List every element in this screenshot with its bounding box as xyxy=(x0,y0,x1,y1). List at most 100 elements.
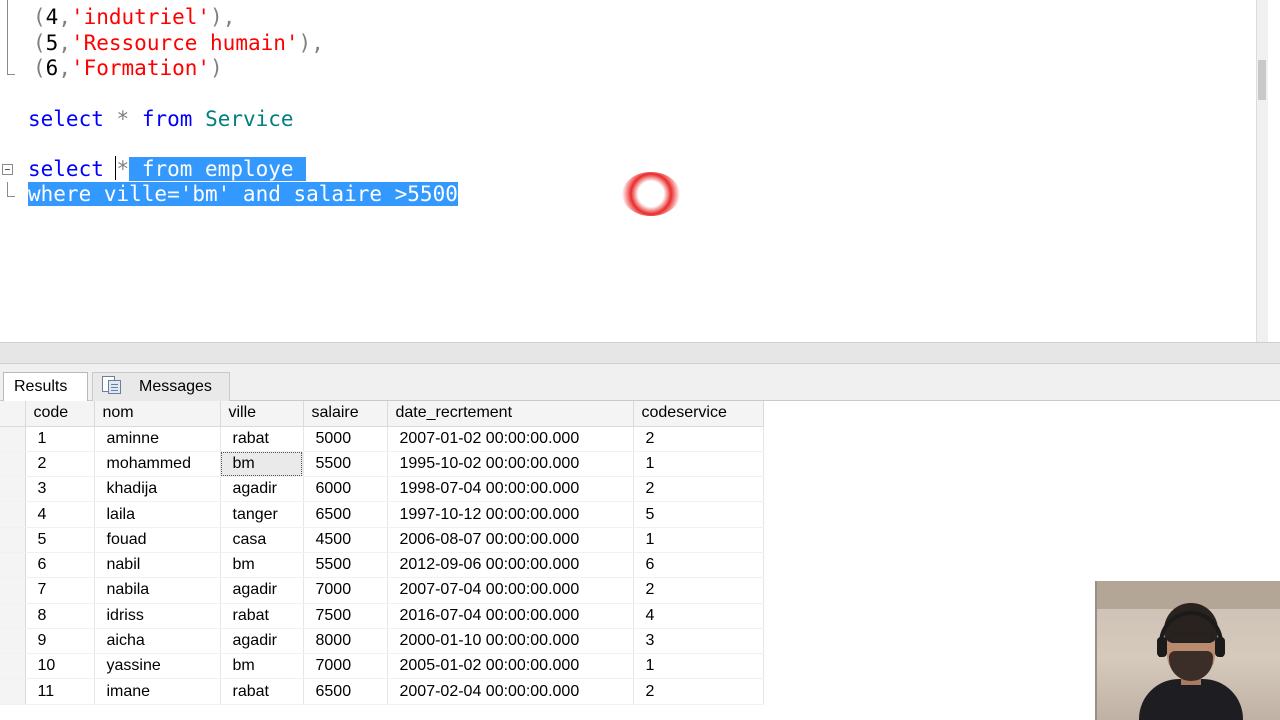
code-line[interactable]: (5,'Ressource humain'), xyxy=(33,30,324,56)
row-header[interactable] xyxy=(0,603,26,629)
grid-cell[interactable]: 4 xyxy=(25,501,95,528)
table-row[interactable]: 11 imane rabat 6500 2007-02-04 00:00:00.000 2 xyxy=(0,678,764,705)
grid-cell[interactable]: 2 xyxy=(633,577,764,604)
grid-cell[interactable]: agadir xyxy=(220,577,304,604)
grid-cell[interactable]: 7500 xyxy=(303,603,388,629)
grid-cell[interactable]: 8000 xyxy=(303,628,388,655)
grid-cell[interactable]: 6500 xyxy=(303,501,388,528)
tab-messages[interactable]: Messages xyxy=(92,372,230,401)
grid-cell[interactable]: bm xyxy=(220,552,304,579)
grid-cell[interactable]: 2012-09-06 00:00:00.000 xyxy=(387,552,634,579)
code-line[interactable]: where ville='bm' and salaire >5500 xyxy=(28,181,458,207)
grid-cell[interactable]: 4500 xyxy=(303,527,388,553)
table-row[interactable]: 2 mohammed bm 5500 1995-10-02 00:00:00.000 1 xyxy=(0,451,764,478)
grid-cell[interactable]: 10 xyxy=(25,653,95,680)
grid-cell[interactable]: 1995-10-02 00:00:00.000 xyxy=(387,451,634,478)
row-header[interactable] xyxy=(0,501,26,528)
grid-cell[interactable]: 1998-07-04 00:00:00.000 xyxy=(387,476,634,503)
results-grid[interactable]: code nom ville salaire date_recrtement c… xyxy=(0,401,764,705)
grid-cell[interactable]: 5 xyxy=(633,501,764,528)
table-row[interactable]: 1 aminne rabat 5000 2007-01-02 00:00:00.000 2 xyxy=(0,426,764,452)
grid-cell[interactable]: 2005-01-02 00:00:00.000 xyxy=(387,653,634,680)
grid-cell[interactable]: 2000-01-10 00:00:00.000 xyxy=(387,628,634,655)
grid-cell[interactable]: 8 xyxy=(25,603,95,629)
grid-cell[interactable]: bm xyxy=(220,653,304,680)
code-line[interactable]: (6,'Formation') xyxy=(33,55,223,81)
grid-cell[interactable]: yassine xyxy=(94,653,221,680)
grid-cell[interactable]: aicha xyxy=(94,628,221,655)
row-header[interactable] xyxy=(0,678,26,705)
grid-cell[interactable]: 6500 xyxy=(303,678,388,705)
grid-cell[interactable]: 5 xyxy=(25,527,95,553)
grid-cell[interactable]: fouad xyxy=(94,527,221,553)
table-row[interactable]: 10 yassine bm 7000 2005-01-02 00:00:00.000 1 xyxy=(0,653,764,680)
grid-cell[interactable]: idriss xyxy=(94,603,221,629)
grid-cell[interactable]: 1997-10-12 00:00:00.000 xyxy=(387,501,634,528)
grid-cell[interactable]: aminne xyxy=(94,426,221,452)
grid-cell[interactable]: 6000 xyxy=(303,476,388,503)
table-row[interactable]: 5 fouad casa 4500 2006-08-07 00:00:00.000 1 xyxy=(0,527,764,553)
column-header[interactable]: codeservice xyxy=(633,401,764,427)
grid-cell[interactable]: 11 xyxy=(25,678,95,705)
grid-cell[interactable]: agadir xyxy=(220,476,304,503)
grid-cell[interactable]: 6 xyxy=(633,552,764,579)
row-header[interactable] xyxy=(0,577,26,604)
grid-cell[interactable]: bm xyxy=(220,451,304,478)
code-line[interactable]: select * from employe xyxy=(28,156,307,182)
code-line[interactable]: select * from Service xyxy=(28,106,294,132)
row-header[interactable] xyxy=(0,426,26,452)
grid-cell[interactable]: 1 xyxy=(633,527,764,553)
code-line[interactable]: (4,'indutriel'), xyxy=(33,4,235,30)
grid-cell[interactable]: 2007-01-02 00:00:00.000 xyxy=(387,426,634,452)
editor-vertical-scrollbar[interactable] xyxy=(1256,0,1268,342)
grid-cell[interactable]: 2 xyxy=(25,451,95,478)
row-header[interactable] xyxy=(0,527,26,553)
grid-cell[interactable]: 1 xyxy=(633,653,764,680)
grid-cell[interactable]: khadija xyxy=(94,476,221,503)
grid-cell[interactable]: rabat xyxy=(220,678,304,705)
grid-cell[interactable]: 7000 xyxy=(303,653,388,680)
table-row[interactable]: 9 aicha agadir 8000 2000-01-10 00:00:00.000 3 xyxy=(0,628,764,655)
table-row[interactable]: 8 idriss rabat 7500 2016-07-04 00:00:00.000 4 xyxy=(0,603,764,629)
column-header[interactable]: code xyxy=(25,401,95,427)
grid-cell[interactable]: 6 xyxy=(25,552,95,579)
row-header[interactable] xyxy=(0,451,26,478)
grid-cell[interactable]: 5000 xyxy=(303,426,388,452)
grid-cell[interactable]: 9 xyxy=(25,628,95,655)
grid-cell[interactable]: 1 xyxy=(633,451,764,478)
grid-cell[interactable]: 7000 xyxy=(303,577,388,604)
grid-cell[interactable]: 2 xyxy=(633,426,764,452)
grid-cell[interactable]: mohammed xyxy=(94,451,221,478)
grid-cell[interactable]: agadir xyxy=(220,628,304,655)
grid-cell[interactable]: tanger xyxy=(220,501,304,528)
row-header[interactable] xyxy=(0,476,26,503)
table-row[interactable]: 4 laila tanger 6500 1997-10-12 00:00:00.000 5 xyxy=(0,501,764,528)
grid-cell[interactable]: 2006-08-07 00:00:00.000 xyxy=(387,527,634,553)
tab-results[interactable]: Results xyxy=(3,372,88,401)
grid-cell[interactable]: nabila xyxy=(94,577,221,604)
grid-cell[interactable]: rabat xyxy=(220,426,304,452)
grid-cell[interactable]: 7 xyxy=(25,577,95,604)
grid-cell[interactable]: imane xyxy=(94,678,221,705)
grid-cell[interactable]: 2 xyxy=(633,476,764,503)
row-header[interactable] xyxy=(0,628,26,655)
column-header[interactable]: salaire xyxy=(303,401,388,427)
query-editor[interactable]: (4,'indutriel'), (5,'Ressource humain'),(… xyxy=(0,0,1268,342)
row-header[interactable] xyxy=(0,653,26,680)
grid-cell[interactable]: 2 xyxy=(633,678,764,705)
grid-cell[interactable]: 3 xyxy=(633,628,764,655)
grid-cell[interactable]: 2007-07-04 00:00:00.000 xyxy=(387,577,634,604)
table-row[interactable]: 7 nabila agadir 7000 2007-07-04 00:00:00.000… xyxy=(0,577,764,604)
grid-cell[interactable]: 4 xyxy=(633,603,764,629)
grid-cell[interactable]: 2016-07-04 00:00:00.000 xyxy=(387,603,634,629)
grid-cell[interactable]: 1 xyxy=(25,426,95,452)
column-header[interactable]: date_recrtement xyxy=(387,401,634,427)
grid-cell[interactable]: 3 xyxy=(25,476,95,503)
grid-cell[interactable]: casa xyxy=(220,527,304,553)
grid-cell[interactable]: nabil xyxy=(94,552,221,579)
column-header[interactable]: nom xyxy=(94,401,221,427)
grid-cell[interactable]: laila xyxy=(94,501,221,528)
grid-cell[interactable]: 2007-02-04 00:00:00.000 xyxy=(387,678,634,705)
collapse-toggle-icon[interactable] xyxy=(2,164,13,175)
grid-cell[interactable]: 5500 xyxy=(303,451,388,478)
